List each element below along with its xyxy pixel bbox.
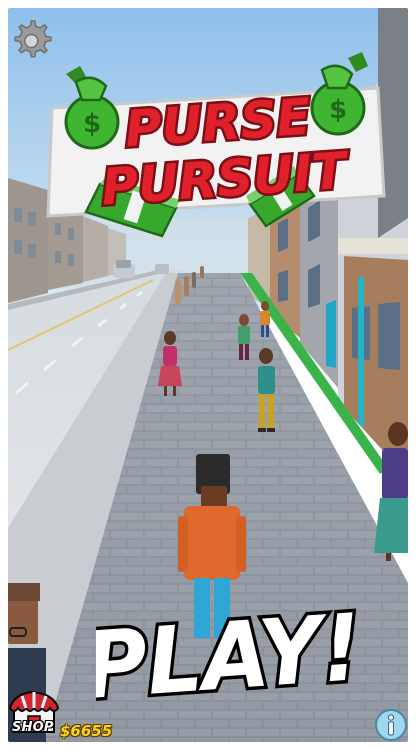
play-button[interactable]: PLAY! — [96, 590, 364, 702]
money-bag-icon: $ — [64, 66, 120, 150]
play-label: PLAY! — [96, 594, 364, 702]
svg-text:$: $ — [83, 109, 101, 139]
game-logo: $ $ PURSE PURSUIT — [46, 52, 386, 238]
currency-amount: $6655 — [60, 722, 113, 740]
money-bag-icon: $ — [310, 52, 368, 136]
info-icon[interactable] — [374, 708, 408, 742]
shop-label[interactable]: SHOP — [12, 720, 54, 735]
svg-text:$: $ — [329, 95, 347, 125]
game-screen: $ $ PURSE PURSUIT PLAY! SHOP $6655 — [8, 8, 408, 742]
